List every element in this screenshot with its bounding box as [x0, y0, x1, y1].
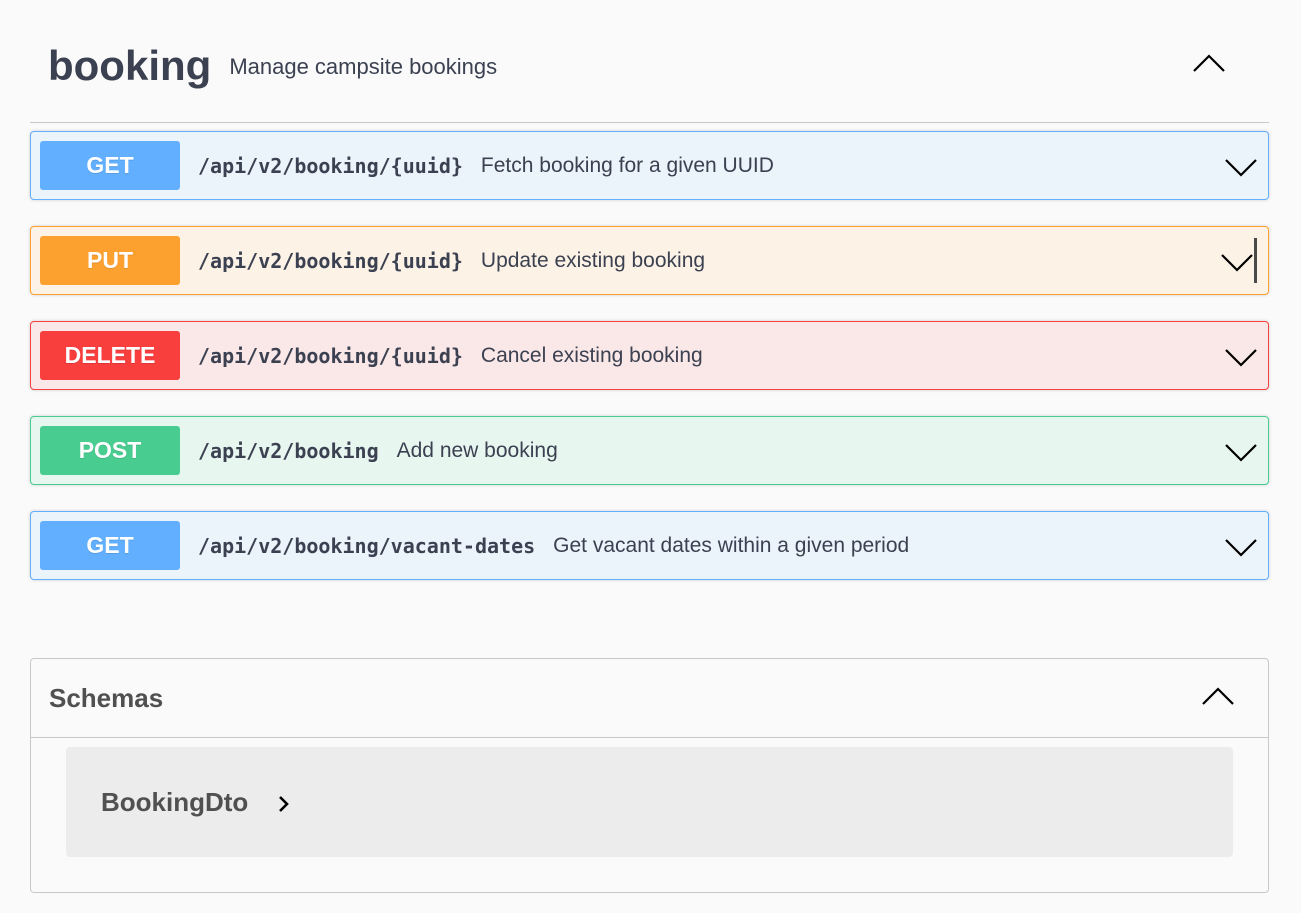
operation-get-booking-uuid[interactable]: GET /api/v2/booking/{uuid} Fetch booking… — [30, 131, 1269, 200]
schemas-header[interactable]: Schemas — [31, 659, 1268, 738]
model-name[interactable]: BookingDto — [101, 787, 248, 818]
chevron-down-icon[interactable] — [1224, 437, 1258, 467]
operation-path: /api/v2/booking/{uuid} — [198, 248, 463, 273]
operation-path: /api/v2/booking/vacant-dates — [198, 533, 536, 558]
operation-summary: Fetch booking for a given UUID — [480, 153, 774, 177]
operation-path: /api/v2/booking — [198, 438, 379, 463]
operation-path: /api/v2/booking/{uuid} — [198, 343, 463, 368]
method-badge: POST — [40, 426, 180, 475]
chevron-up-icon[interactable] — [1191, 48, 1227, 78]
operation-path: /api/v2/booking/{uuid} — [198, 153, 463, 178]
tag-section: booking Manage campsite bookings GET /ap… — [30, 0, 1269, 606]
operations-list: GET /api/v2/booking/{uuid} Fetch booking… — [30, 131, 1269, 580]
text-cursor — [1254, 238, 1257, 283]
tag-description: Manage campsite bookings — [229, 54, 498, 79]
chevron-down-icon[interactable] — [1224, 152, 1258, 182]
operation-summary: Update existing booking — [480, 248, 706, 272]
method-badge: GET — [40, 521, 180, 570]
chevron-up-icon[interactable] — [1200, 681, 1236, 711]
model-bookingdto[interactable]: BookingDto — [66, 747, 1233, 857]
operation-summary: Get vacant dates within a given period — [553, 533, 910, 557]
operation-summary: Add new booking — [396, 438, 558, 462]
method-badge: GET — [40, 141, 180, 190]
chevron-down-icon[interactable] — [1224, 342, 1258, 372]
operation-put-booking-uuid[interactable]: PUT /api/v2/booking/{uuid} Update existi… — [30, 226, 1269, 295]
chevron-down-icon[interactable] — [1224, 532, 1258, 562]
method-badge: DELETE — [40, 331, 180, 380]
chevron-right-icon[interactable] — [276, 793, 292, 815]
tag-header[interactable]: booking Manage campsite bookings — [30, 0, 1269, 123]
schemas-title[interactable]: Schemas — [49, 683, 163, 714]
operation-delete-booking-uuid[interactable]: DELETE /api/v2/booking/{uuid} Cancel exi… — [30, 321, 1269, 390]
operation-post-booking[interactable]: POST /api/v2/booking Add new booking — [30, 416, 1269, 485]
tag-name[interactable]: booking — [48, 42, 211, 90]
schemas-section: Schemas BookingDto — [30, 658, 1269, 893]
operation-get-vacant-dates[interactable]: GET /api/v2/booking/vacant-dates Get vac… — [30, 511, 1269, 580]
chevron-down-icon[interactable] — [1220, 247, 1254, 277]
method-badge: PUT — [40, 236, 180, 285]
operation-summary: Cancel existing booking — [480, 343, 703, 367]
